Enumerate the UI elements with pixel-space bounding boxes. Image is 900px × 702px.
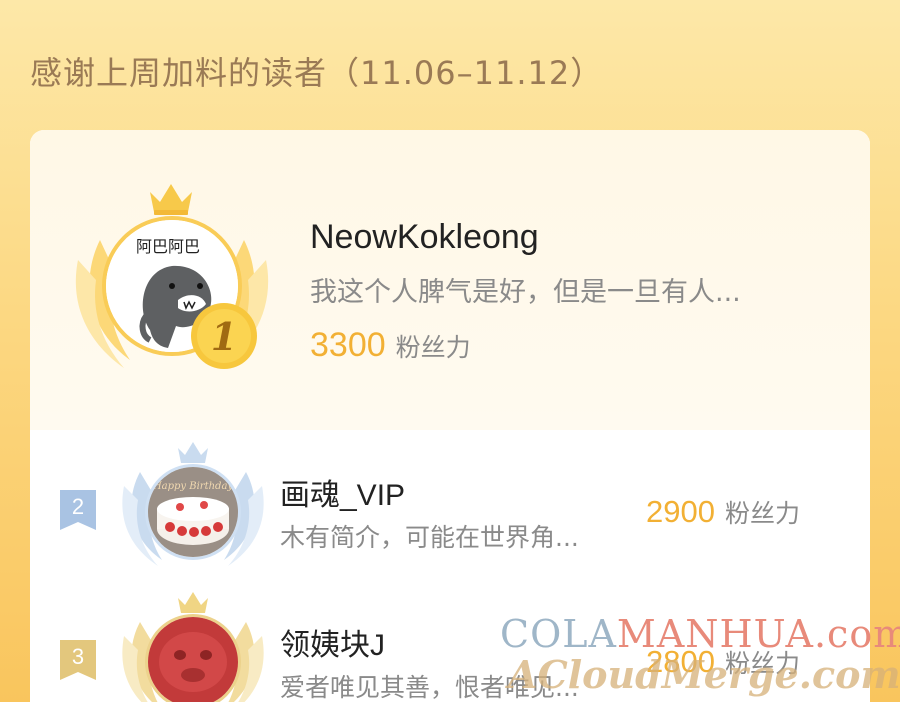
list-item[interactable]: 3 领姨块J 爱者唯见其善，恨者唯见... 2800 粉丝力 <box>30 580 870 702</box>
rank-medal-icon: 1 <box>191 303 257 369</box>
cake-avatar-icon: Happy Birthday <box>148 467 238 557</box>
rank-number-text: 2 <box>71 494 85 519</box>
readers-card: 阿巴阿巴 1 NeowKokleong 我这个人脾气是好，但是一旦有人... 3… <box>30 130 870 702</box>
rank-number: 2 <box>60 490 96 530</box>
score-value: 2900 <box>646 494 715 529</box>
reader-score: 2800 粉丝力 <box>646 644 800 680</box>
reader-score: 3300 粉丝力 <box>310 326 471 365</box>
score-unit: 粉丝力 <box>395 333 471 362</box>
top-reader-section[interactable]: 阿巴阿巴 1 NeowKokleong 我这个人脾气是好，但是一旦有人... 3… <box>30 130 870 430</box>
rank-number: 3 <box>60 640 96 680</box>
crown-icon <box>150 184 192 215</box>
svg-text:1: 1 <box>211 314 237 359</box>
rank-number-text: 3 <box>71 644 85 669</box>
svg-text:Happy Birthday: Happy Birthday <box>152 481 233 492</box>
avatar[interactable] <box>145 614 241 702</box>
reader-bio: 我这个人脾气是好，但是一旦有人... <box>310 277 741 308</box>
score-value: 2800 <box>646 644 715 679</box>
avatar-text: 阿巴阿巴 <box>136 237 200 256</box>
crown-icon <box>178 592 208 613</box>
reader-name[interactable]: 领姨块J <box>280 620 385 664</box>
reader-name[interactable]: 画魂_VIP <box>280 470 405 514</box>
reader-bio: 爱者唯见其善，恨者唯见... <box>280 673 579 702</box>
reader-score: 2900 粉丝力 <box>646 494 800 530</box>
list-item[interactable]: 2 Happy Birthday 画魂_VIP 木有简介，可能在世界角... 2… <box>30 430 870 580</box>
red-animal-avatar-icon <box>148 617 238 702</box>
score-unit: 粉丝力 <box>724 499 800 528</box>
score-value: 3300 <box>310 326 386 364</box>
crown-icon <box>178 442 208 463</box>
reader-bio: 木有简介，可能在世界角... <box>280 523 579 552</box>
score-unit: 粉丝力 <box>724 649 800 678</box>
page-title: 感谢上周加料的读者（11.06–11.12） <box>30 54 604 92</box>
avatar[interactable]: Happy Birthday <box>145 464 241 560</box>
reader-name[interactable]: NeowKokleong <box>310 218 539 257</box>
